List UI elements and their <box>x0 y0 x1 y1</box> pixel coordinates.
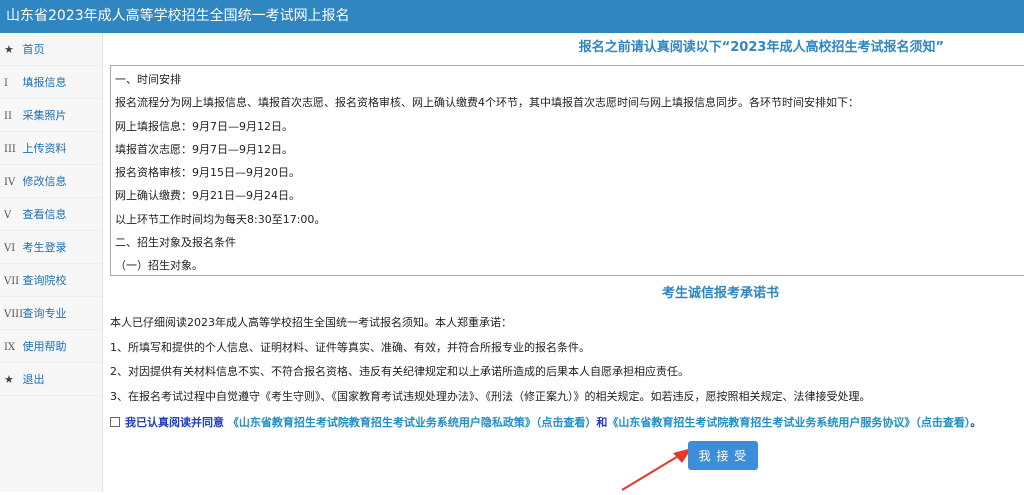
pledge-line: 1、所填写和提供的个人信息、证明材料、证件等真实、准确、有效，并符合所报专业的报… <box>110 340 590 354</box>
sidebar-item-label: 查看信息 <box>22 208 67 221</box>
sidebar-item-label: 修改信息 <box>22 175 67 188</box>
sidebar-item-label: 首页 <box>22 43 45 56</box>
pledge-line: 3、在报名考试过程中自觉遵守《考生守则》、《国家教育考试违规处理办法》、《刑法（… <box>110 389 871 403</box>
agree-and: 和 <box>596 416 608 429</box>
sidebar-item-view-info[interactable]: V 查看信息 <box>0 198 102 231</box>
sidebar-item-help[interactable]: IX 使用帮助 <box>0 330 102 363</box>
service-agreement-link[interactable]: 《山东省教育招生考试院教育招生考试业务系统用户服务协议》（点击查看） <box>607 416 970 429</box>
notice-line: 报名流程分为网上填报信息、填报首次志愿、报名资格审核、网上确认缴费4个环节，其中… <box>115 96 859 110</box>
pledge-text: 本人已仔细阅读2023年成人高等学校招生全国统一考试报名须知。本人郑重承诺： 1… <box>110 311 1024 409</box>
sidebar-item-label: 上传资料 <box>22 142 67 155</box>
red-arrow-annotation <box>621 448 692 491</box>
sidebar-item-edit-info[interactable]: IV 修改信息 <box>0 165 102 198</box>
star-icon: ★ <box>4 43 14 56</box>
notice-line: 二、招生对象及报名条件 <box>115 236 236 250</box>
sidebar-item-fill-info[interactable]: I 填报信息 <box>0 66 102 99</box>
sidebar-item-photo[interactable]: II 采集照片 <box>0 99 102 132</box>
accept-button[interactable]: 我 接 受 <box>688 441 758 470</box>
sidebar-item-label: 使用帮助 <box>22 340 67 353</box>
roman-numeral: VII <box>4 276 20 287</box>
sidebar-item-query-majors[interactable]: VIII 查询专业 <box>0 297 102 330</box>
notice-line: 一、时间安排 <box>115 73 181 86</box>
agreement-row: 我已认真阅读并同意 《山东省教育招生考试院教育招生考试业务系统用户隐私政策》（点… <box>110 413 1024 433</box>
roman-numeral: I <box>4 78 8 89</box>
star-icon: ★ <box>4 373 14 386</box>
sidebar-item-query-schools[interactable]: VII 查询院校 <box>0 264 102 297</box>
notice-title: 报名之前请认真阅读以下“2023年成人高校招生考试报名须知” <box>578 40 944 55</box>
roman-numeral: II <box>4 111 12 122</box>
roman-numeral: VI <box>4 243 16 254</box>
roman-numeral: IX <box>4 342 16 353</box>
sidebar-item-label: 退出 <box>22 373 45 386</box>
notice-line: 网上确认缴费：9月21日—9月24日。 <box>115 189 300 203</box>
notice-line: 报名资格审核：9月15日—9月20日。 <box>115 166 300 180</box>
sidebar-item-exit[interactable]: ★ 退出 <box>0 363 102 396</box>
roman-numeral: VIII <box>4 309 24 320</box>
sidebar: ★ 首页 I 填报信息 II 采集照片 III 上传资料 IV 修改信息 V 查… <box>0 33 103 492</box>
notice-line: （一）招生对象。 <box>115 259 203 273</box>
sidebar-item-login[interactable]: VI 考生登录 <box>0 231 102 264</box>
arrow-shaft <box>621 454 681 491</box>
notice-scroll-box[interactable]: 一、时间安排 报名流程分为网上填报信息、填报首次志愿、报名资格审核、网上确认缴费… <box>110 65 1024 276</box>
sidebar-item-label: 填报信息 <box>22 76 67 89</box>
agree-checkbox[interactable] <box>110 417 120 427</box>
sidebar-item-label: 考生登录 <box>22 241 67 254</box>
page-title: 山东省2023年成人高等学校招生全国统一考试网上报名 <box>6 8 350 24</box>
notice-line: 网上填报信息：9月7日—9月12日。 <box>115 119 293 133</box>
notice-line: 以上环节工作时间均为每天8:30至17:00。 <box>115 212 326 226</box>
roman-numeral: IV <box>4 177 16 188</box>
pledge-line: 2、对因提供有关材料信息不实、不符合报名资格、违反有关纪律规定和以上承诺所造成的… <box>110 365 689 378</box>
main-content: 报名之前请认真阅读以下“2023年成人高校招生考试报名须知” 一、时间安排 报名… <box>103 33 1024 492</box>
agree-prefix: 我已认真阅读并同意 <box>125 416 224 429</box>
sidebar-item-label: 采集照片 <box>22 109 67 122</box>
roman-numeral: III <box>4 144 16 155</box>
pledge-title: 考生诚信报考承诺书 <box>662 286 780 301</box>
app-header: 山东省2023年成人高等学校招生全国统一考试网上报名 <box>0 0 1024 33</box>
privacy-policy-link[interactable]: 《山东省教育招生考试院教育招生考试业务系统用户隐私政策》（点击查看） <box>228 416 597 429</box>
pledge-line: 本人已仔细阅读2023年成人高等学校招生全国统一考试报名须知。本人郑重承诺： <box>110 316 512 329</box>
roman-numeral: V <box>4 210 12 221</box>
sidebar-item-label: 查询院校 <box>22 274 67 287</box>
notice-line: 填报首次志愿：9月7日—9月12日。 <box>115 142 293 156</box>
sidebar-item-home[interactable]: ★ 首页 <box>0 33 102 66</box>
page-layout: ★ 首页 I 填报信息 II 采集照片 III 上传资料 IV 修改信息 V 查… <box>0 33 1024 492</box>
sidebar-item-upload[interactable]: III 上传资料 <box>0 132 102 165</box>
sidebar-item-label: 查询专业 <box>22 307 67 320</box>
agree-suffix: 。 <box>970 416 982 429</box>
